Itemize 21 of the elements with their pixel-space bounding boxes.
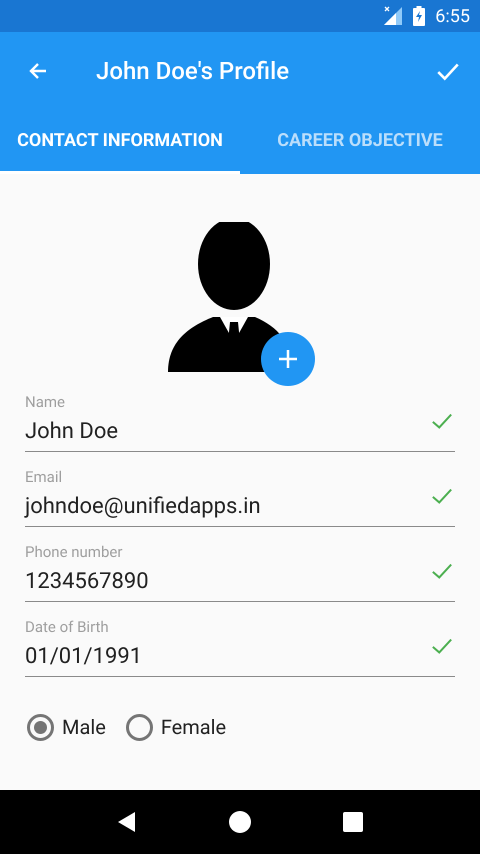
input-field[interactable]: johndoe@unifiedapps.in: [25, 487, 455, 527]
radio-button[interactable]: [126, 714, 153, 740]
signal-icon: [383, 6, 404, 26]
input-field[interactable]: John Doe: [25, 412, 455, 452]
battery-icon: [413, 6, 426, 26]
clock: 6:55: [435, 4, 470, 28]
screen-title: John Doe's Profile: [96, 56, 290, 87]
input-field[interactable]: 1234567890: [25, 562, 455, 602]
square-icon: [343, 812, 364, 832]
plus-icon: [278, 349, 298, 369]
circle-icon: [228, 811, 251, 833]
triangle-icon: [116, 811, 137, 833]
add-photo-button[interactable]: [261, 332, 315, 386]
field-label: Email: [25, 467, 64, 487]
field-label: Date of Birth: [25, 617, 110, 637]
field-label: Name: [25, 392, 66, 412]
radio-button[interactable]: [27, 714, 54, 740]
radio-option[interactable]: Male: [27, 712, 106, 742]
field-label: Phone number: [25, 542, 124, 562]
input-field[interactable]: 01/01/1991: [25, 637, 455, 677]
radio-option[interactable]: Female: [126, 712, 226, 742]
